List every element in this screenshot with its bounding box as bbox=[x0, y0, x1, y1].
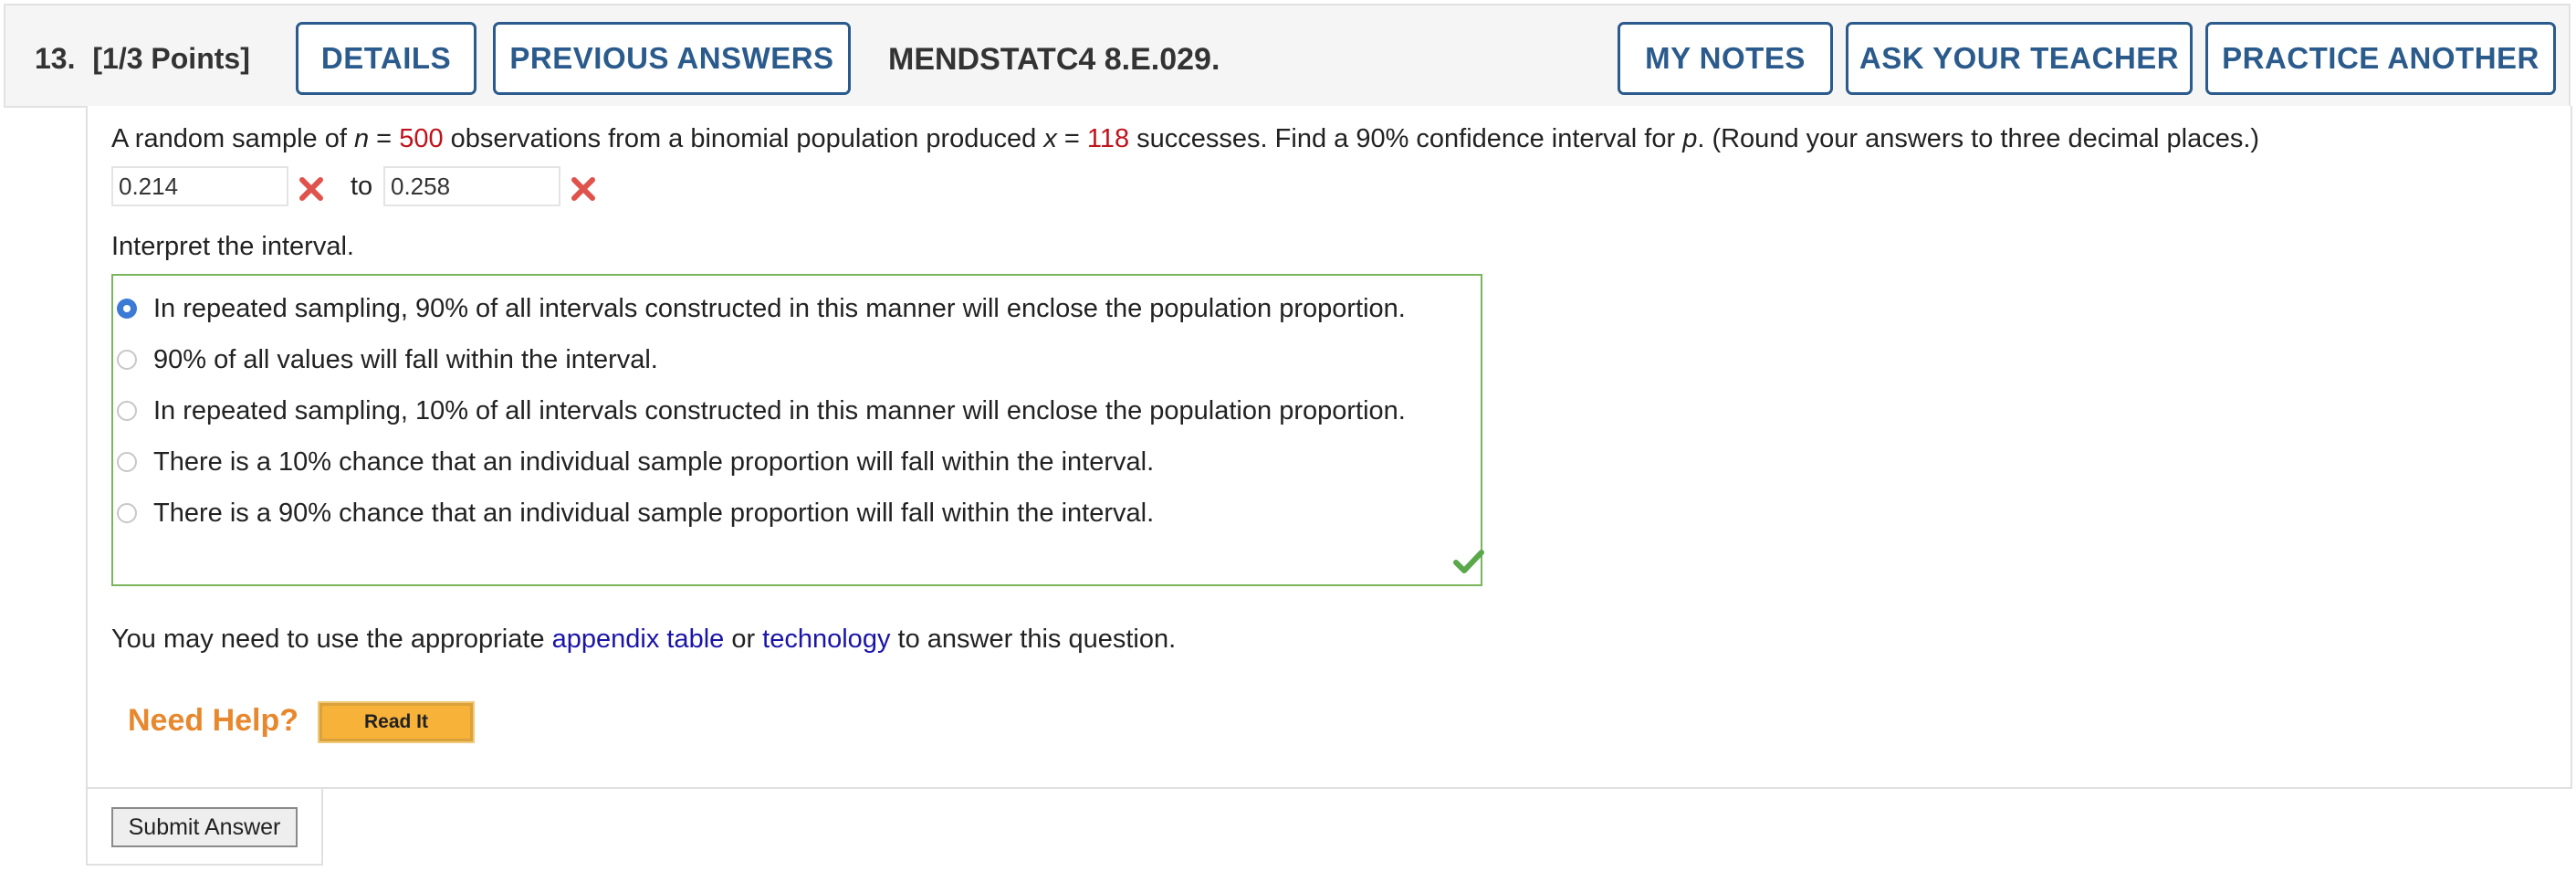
resources-text: You may need to use the appropriate appe… bbox=[111, 625, 1177, 654]
choice-option-5[interactable]: There is a 90% chance that an individual… bbox=[117, 495, 1154, 531]
question-points: [1/3 Points] bbox=[92, 42, 250, 75]
choice-option-1[interactable]: In repeated sampling, 90% of all interva… bbox=[117, 290, 1406, 327]
radio-button[interactable] bbox=[117, 350, 137, 370]
need-help-label: Need Help? bbox=[128, 703, 299, 738]
n-value: 500 bbox=[399, 124, 444, 153]
upper-bound-input[interactable] bbox=[383, 166, 560, 206]
radio-button[interactable] bbox=[117, 452, 137, 472]
question-header: 13. [1/3 Points] DETAILS PREVIOUS ANSWER… bbox=[4, 4, 2571, 108]
x-mark-icon bbox=[299, 177, 323, 201]
choice-option-4[interactable]: There is a 10% chance that an individual… bbox=[117, 444, 1154, 480]
check-mark-icon bbox=[1453, 550, 1484, 573]
x-mark-icon bbox=[571, 177, 595, 201]
x-value: 118 bbox=[1086, 124, 1130, 153]
question-code: MENDSTATC4 8.E.029. bbox=[888, 42, 1220, 77]
interpret-choices-box: In repeated sampling, 90% of all interva… bbox=[111, 274, 1484, 586]
choice-option-3[interactable]: In repeated sampling, 10% of all interva… bbox=[117, 393, 1406, 429]
choice-option-2[interactable]: 90% of all values will fall within the i… bbox=[117, 341, 658, 378]
submit-answer-button[interactable]: Submit Answer bbox=[111, 807, 298, 847]
radio-button[interactable] bbox=[117, 401, 137, 421]
practice-another-button[interactable]: PRACTICE ANOTHER bbox=[2205, 22, 2556, 95]
previous-answers-button[interactable]: PREVIOUS ANSWERS bbox=[493, 22, 851, 95]
my-notes-button[interactable]: MY NOTES bbox=[1618, 22, 1833, 95]
question-label: 13. [1/3 Points] bbox=[35, 42, 250, 76]
radio-button[interactable] bbox=[117, 503, 137, 523]
lower-bound-input[interactable] bbox=[111, 166, 288, 206]
submit-container: Submit Answer bbox=[86, 789, 323, 866]
interpret-prompt: Interpret the interval. bbox=[111, 232, 354, 261]
to-label: to bbox=[351, 172, 373, 201]
read-it-button[interactable]: Read It bbox=[318, 701, 475, 743]
question-text: A random sample of n = 500 observations … bbox=[111, 124, 2260, 153]
details-button[interactable]: DETAILS bbox=[296, 22, 476, 95]
radio-button-selected[interactable] bbox=[117, 299, 137, 319]
appendix-table-link[interactable]: appendix table bbox=[552, 625, 725, 654]
ask-your-teacher-button[interactable]: ASK YOUR TEACHER bbox=[1846, 22, 2193, 95]
question-number: 13. bbox=[35, 42, 76, 75]
technology-link[interactable]: technology bbox=[762, 625, 890, 654]
